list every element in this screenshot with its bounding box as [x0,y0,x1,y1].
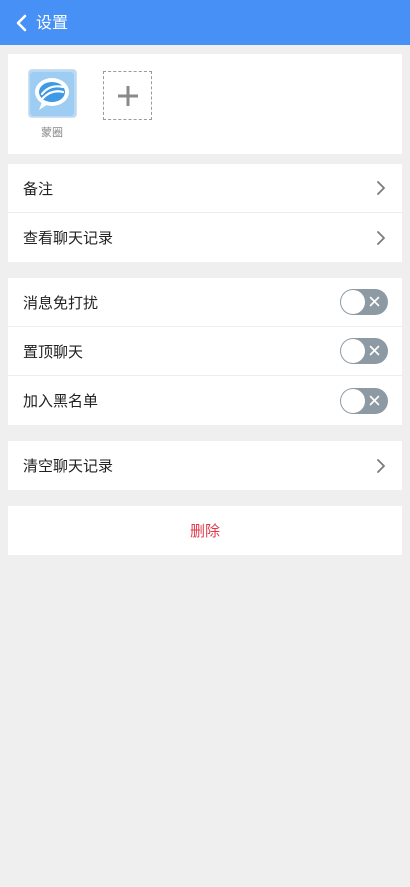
mute-notifications-label: 消息免打扰 [23,293,99,312]
chevron-left-icon [16,14,26,31]
toggle-knob [341,339,365,363]
page-title: 设置 [36,12,69,32]
back-button[interactable] [12,12,30,34]
close-icon [369,345,380,356]
info-group: 备注 查看聊天记录 [8,164,402,262]
delete-label: 删除 [189,522,220,540]
pin-chat-label: 置顶聊天 [23,342,84,361]
toggle-knob [341,290,365,314]
view-chat-history-row[interactable]: 查看聊天记录 [8,213,402,262]
chevron-right-icon [376,458,388,474]
mute-notifications-row: 消息免打扰 [8,278,402,327]
members-section: 蒙圈 [8,54,402,154]
clear-chat-history-label: 清空聊天记录 [23,457,114,475]
plus-icon [117,85,138,106]
pin-chat-row: 置顶聊天 [8,327,402,376]
close-icon [369,395,380,405]
member-item[interactable]: 蒙圈 [27,69,77,154]
avatar[interactable] [27,69,77,118]
mute-notifications-toggle[interactable] [340,289,388,315]
chat-bubble-logo-icon [30,71,74,116]
toggle-group: 消息免打扰 置顶聊天 加入黑名单 [8,278,402,425]
add-member-button[interactable] [103,71,152,120]
close-icon [369,296,380,307]
chevron-right-icon [376,180,388,196]
blacklist-row: 加入黑名单 [8,376,402,425]
pin-chat-toggle[interactable] [340,338,388,364]
clear-group: 清空聊天记录 [8,441,402,490]
member-name: 蒙圈 [41,126,63,139]
toggle-knob [341,388,365,413]
delete-button[interactable]: 删除 [8,506,402,555]
blacklist-label: 加入黑名单 [23,392,99,410]
clear-chat-history-row[interactable]: 清空聊天记录 [8,441,402,490]
remark-label: 备注 [23,179,54,198]
chevron-right-icon [376,230,388,246]
header-bar: 设置 [0,0,410,45]
blacklist-toggle[interactable] [340,387,388,414]
remark-row[interactable]: 备注 [8,164,402,213]
view-chat-history-label: 查看聊天记录 [23,229,114,247]
